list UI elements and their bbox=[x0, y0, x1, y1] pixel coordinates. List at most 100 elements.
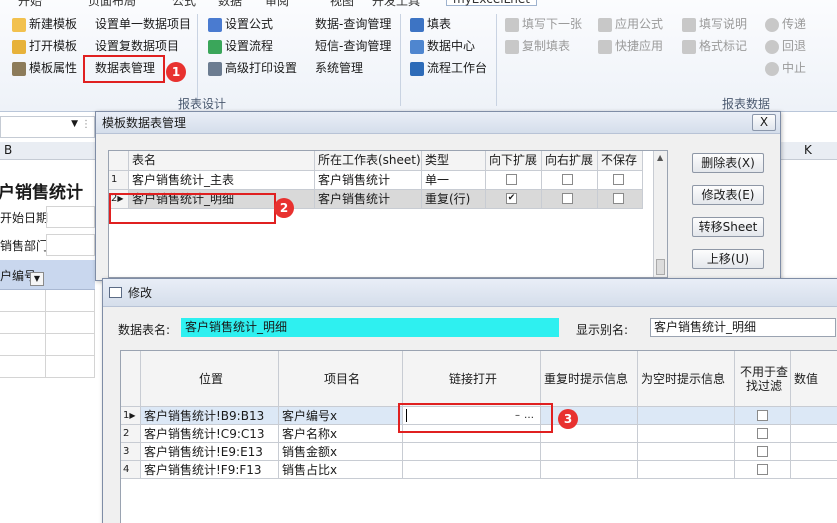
cell-position[interactable]: 客户销售统计!B9:B13 bbox=[141, 407, 279, 425]
cell-position[interactable]: 客户销售统计!F9:F13 bbox=[141, 461, 279, 479]
advanced-print-button[interactable]: 高级打印设置 bbox=[208, 59, 297, 78]
cell-duplicate-hint[interactable] bbox=[541, 461, 638, 479]
data-query-manage-button[interactable]: 数据-查询管理 bbox=[315, 15, 391, 34]
cell-empty-hint[interactable] bbox=[638, 425, 735, 443]
tab-developer[interactable]: 开发工具 bbox=[372, 0, 420, 9]
new-template-button[interactable]: 新建模板 bbox=[12, 15, 77, 34]
cell-numeric[interactable] bbox=[791, 461, 837, 479]
template-properties-button[interactable]: 模板属性 bbox=[12, 59, 77, 78]
not-for-filter-checkbox[interactable] bbox=[757, 428, 768, 439]
alias-field[interactable]: 客户销售统计_明细 bbox=[650, 318, 836, 337]
scroll-thumb[interactable] bbox=[656, 259, 665, 275]
move-sheet-button[interactable]: 转移Sheet bbox=[692, 217, 764, 237]
return-button[interactable]: 回退 bbox=[765, 37, 806, 56]
quick-apply-button[interactable]: 快捷应用 bbox=[598, 37, 663, 56]
name-box[interactable]: ▼ ⋮ bbox=[0, 116, 95, 138]
tab-review[interactable]: 审阅 bbox=[265, 0, 289, 9]
cell-link-open[interactable] bbox=[403, 443, 541, 461]
cell-numeric[interactable] bbox=[791, 443, 837, 461]
format-mark-button[interactable]: 格式标记 bbox=[682, 37, 747, 56]
ribbon-separator bbox=[496, 14, 497, 106]
cell-expand-right bbox=[542, 190, 598, 209]
sales-dept-cell[interactable] bbox=[46, 234, 95, 256]
cell-position[interactable]: 客户销售统计!C9:C13 bbox=[141, 425, 279, 443]
vertical-scrollbar[interactable]: ▲ bbox=[653, 151, 667, 277]
expand-down-checkbox[interactable] bbox=[506, 174, 517, 185]
close-icon[interactable]: X bbox=[752, 114, 776, 131]
modify-table-button[interactable]: 修改表(E) bbox=[692, 185, 764, 205]
tab-formulas[interactable]: 公式 bbox=[172, 0, 196, 9]
set-single-data-item-button[interactable]: 设置单一数据项目 bbox=[95, 15, 191, 34]
cell-sheet[interactable]: 客户销售统计 bbox=[315, 190, 422, 209]
flow-workbench-button[interactable]: 流程工作台 bbox=[410, 59, 487, 78]
open-template-button[interactable]: 打开模板 bbox=[12, 37, 77, 56]
delete-table-button[interactable]: 删除表(X) bbox=[692, 153, 764, 173]
set-repeat-data-item-button[interactable]: 设置复数据项目 bbox=[95, 37, 179, 56]
cell-table-name[interactable]: 客户销售统计_主表 bbox=[129, 171, 315, 190]
fill-next-button[interactable]: 填写下一张 bbox=[505, 15, 582, 34]
sheet-cell[interactable] bbox=[0, 356, 46, 378]
cell-numeric[interactable] bbox=[791, 407, 837, 425]
data-center-button[interactable]: 数据中心 bbox=[410, 37, 475, 56]
cell-item-name[interactable]: 客户编号x bbox=[279, 407, 403, 425]
sms-query-manage-button[interactable]: 短信-查询管理 bbox=[315, 37, 391, 56]
sheet-cell[interactable] bbox=[46, 334, 95, 356]
cell-sheet[interactable]: 客户销售统计 bbox=[315, 171, 422, 190]
no-save-checkbox[interactable] bbox=[613, 174, 624, 185]
cell-duplicate-hint[interactable] bbox=[541, 425, 638, 443]
tab-view[interactable]: 视图 bbox=[330, 0, 354, 9]
start-date-cell[interactable] bbox=[46, 206, 95, 228]
apply-formula-button[interactable]: 应用公式 bbox=[598, 15, 663, 34]
cell-type[interactable]: 单一 bbox=[422, 171, 486, 190]
window-icon bbox=[109, 287, 122, 298]
cell-link-open[interactable] bbox=[403, 461, 541, 479]
tab-myexcelnet[interactable]: myExcelLnet bbox=[446, 0, 537, 6]
cell-empty-hint[interactable] bbox=[638, 461, 735, 479]
sheet-cell[interactable] bbox=[46, 312, 95, 334]
ribbon-tabs: 开始 页面布局 公式 数据 审阅 视图 开发工具 myExcelLnet bbox=[0, 0, 837, 9]
expand-right-checkbox[interactable] bbox=[562, 174, 573, 185]
expand-right-checkbox[interactable] bbox=[562, 193, 573, 204]
tab-data[interactable]: 数据 bbox=[218, 0, 242, 9]
system-manage-button[interactable]: 系统管理 bbox=[315, 59, 363, 78]
tab-home[interactable]: 开始 bbox=[18, 0, 42, 9]
expand-down-checkbox-checked[interactable]: ✔ bbox=[506, 193, 517, 204]
sheet-cell[interactable] bbox=[0, 312, 46, 334]
cell-empty-hint[interactable] bbox=[638, 443, 735, 461]
cell-duplicate-hint[interactable] bbox=[541, 407, 638, 425]
fill-form-button[interactable]: 填表 bbox=[410, 15, 451, 34]
tab-page-layout[interactable]: 页面布局 bbox=[88, 0, 136, 9]
not-for-filter-checkbox[interactable] bbox=[757, 464, 768, 475]
transfer-button[interactable]: 传递 bbox=[765, 15, 806, 34]
sheet-cell[interactable] bbox=[46, 356, 95, 378]
sheet-cell[interactable] bbox=[0, 290, 46, 312]
stop-circle-icon bbox=[765, 61, 779, 76]
cell-numeric[interactable] bbox=[791, 425, 837, 443]
cell-item-name[interactable]: 销售金额x bbox=[279, 443, 403, 461]
abort-button[interactable]: 中止 bbox=[765, 59, 806, 78]
scroll-up-icon[interactable]: ▲ bbox=[657, 153, 663, 162]
not-for-filter-checkbox[interactable] bbox=[757, 446, 768, 457]
cell-position[interactable]: 客户销售统计!E9:E13 bbox=[141, 443, 279, 461]
fill-instructions-button[interactable]: 填写说明 bbox=[682, 15, 747, 34]
set-formula-button[interactable]: 设置公式 bbox=[208, 15, 273, 34]
cell-item-name[interactable]: 客户名称x bbox=[279, 425, 403, 443]
formula-icon bbox=[208, 17, 222, 32]
ribbon-separator bbox=[197, 14, 198, 106]
no-save-checkbox[interactable] bbox=[613, 193, 624, 204]
table-name-field[interactable]: 客户销售统计_明细 bbox=[181, 318, 559, 337]
cell-type[interactable]: 重复(行) bbox=[422, 190, 486, 209]
cell-expand-down: ✔ bbox=[486, 190, 542, 209]
new-template-icon bbox=[12, 17, 26, 32]
sheet-cell[interactable] bbox=[46, 290, 95, 312]
set-flow-button[interactable]: 设置流程 bbox=[208, 37, 273, 56]
move-up-button[interactable]: 上移(U) bbox=[692, 249, 764, 269]
cell-not-for-filter bbox=[735, 461, 791, 479]
not-for-filter-checkbox[interactable] bbox=[757, 410, 768, 421]
filter-dropdown-icon[interactable]: ▼ bbox=[30, 272, 44, 286]
cell-empty-hint[interactable] bbox=[638, 407, 735, 425]
copy-fill-button[interactable]: 复制填表 bbox=[505, 37, 570, 56]
cell-item-name[interactable]: 销售占比x bbox=[279, 461, 403, 479]
sheet-cell[interactable] bbox=[0, 334, 46, 356]
cell-duplicate-hint[interactable] bbox=[541, 443, 638, 461]
